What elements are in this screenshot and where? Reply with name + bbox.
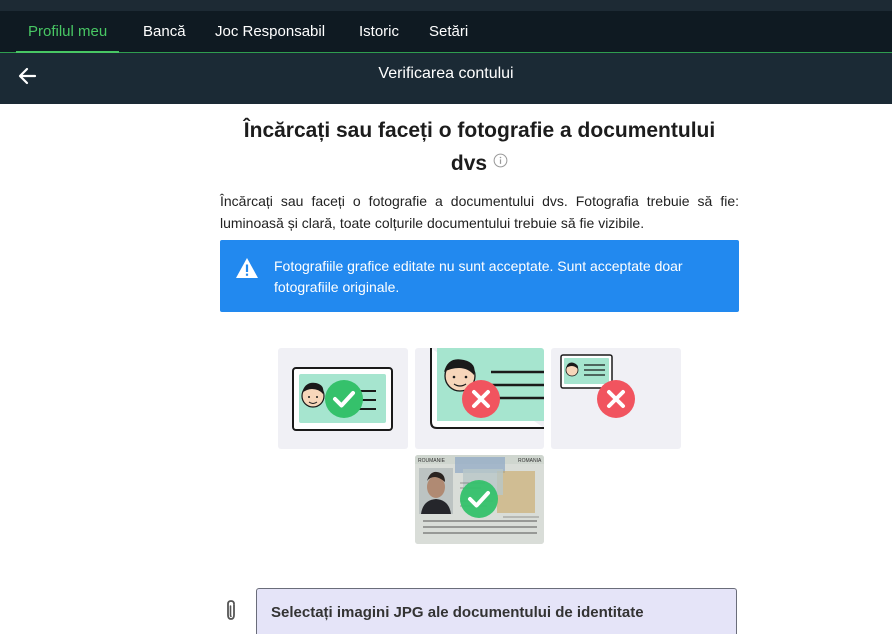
tab-banca[interactable]: Bancă xyxy=(143,11,186,52)
tab-joc-responsabil[interactable]: Joc Responsabil xyxy=(215,11,325,52)
check-icon xyxy=(460,480,498,518)
heading-line-1: Încărcați sau faceți o fotografie a docu… xyxy=(243,119,716,142)
select-jpg-upload-button[interactable]: Selectați imagini JPG ale documentului d… xyxy=(256,588,737,634)
top-strip xyxy=(0,0,892,11)
example-real-id-photo: ROUMANIE ROMANIA xyxy=(415,455,544,544)
upload-heading: Încărcați sau faceți o fotografie a docu… xyxy=(220,114,739,181)
sub-header: Verificarea contului xyxy=(0,53,892,104)
edited-photo-alert: Fotografiile grafice editate nu sunt acc… xyxy=(220,240,739,312)
warning-icon xyxy=(235,257,259,284)
example-too-close xyxy=(415,348,544,449)
tab-profilul-meu[interactable]: Profilul meu xyxy=(15,11,120,53)
example-too-far xyxy=(551,348,681,449)
top-nav: Profilul meu Bancă Joc Responsabil Istor… xyxy=(0,11,892,53)
example-correct-framing xyxy=(278,348,408,449)
upload-row: Selectați imagini JPG ale documentului d… xyxy=(220,588,740,634)
check-icon xyxy=(325,380,363,418)
close-icon xyxy=(597,380,635,418)
close-icon xyxy=(462,380,500,418)
paperclip-icon[interactable] xyxy=(220,598,242,629)
alert-text: Fotografiile grafice editate nu sunt acc… xyxy=(274,258,683,295)
heading-line-2: dvs xyxy=(450,152,488,175)
tab-istoric[interactable]: Istoric xyxy=(359,11,399,52)
id-text-left: ROUMANIE xyxy=(418,458,446,464)
id-text-right: ROMANIA xyxy=(518,458,542,464)
upload-description: Încărcați sau faceți o fotografie a docu… xyxy=(220,193,739,231)
info-icon[interactable] xyxy=(493,145,508,178)
tab-setari[interactable]: Setări xyxy=(429,11,468,52)
page-title: Verificarea contului xyxy=(378,65,514,82)
